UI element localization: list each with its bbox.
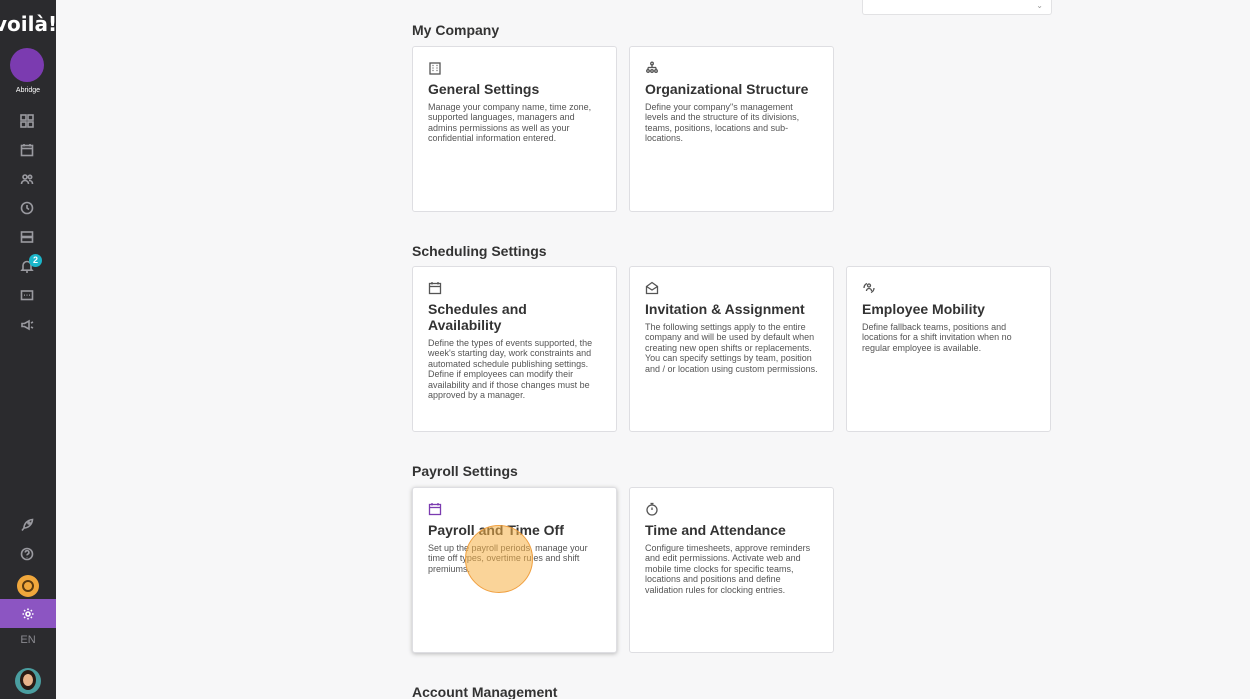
app-logo[interactable]: voilà! — [0, 12, 56, 34]
section-payroll: Payroll Settings — [412, 463, 518, 479]
filter-dropdown[interactable]: ⌄ — [862, 0, 1052, 15]
org-chart-icon — [645, 61, 661, 77]
help-icon[interactable] — [18, 545, 36, 563]
stopwatch-icon — [645, 502, 661, 518]
calendar-icon — [428, 281, 444, 297]
calendar-icon — [428, 502, 444, 518]
clock-icon[interactable] — [18, 199, 36, 217]
card-title: Organizational Structure — [645, 81, 809, 97]
chat-icon[interactable] — [18, 287, 36, 305]
inbox-icon[interactable] — [18, 228, 36, 246]
settings-icon[interactable] — [0, 599, 56, 628]
section-scheduling: Scheduling Settings — [412, 243, 547, 259]
section-my-company: My Company — [412, 22, 500, 38]
card-title: General Settings — [428, 81, 540, 97]
card-time-attendance[interactable]: Time and Attendance Configure timesheets… — [629, 487, 834, 653]
company-avatar[interactable] — [10, 48, 44, 82]
card-title: Invitation & Assignment — [645, 301, 805, 317]
click-indicator — [465, 525, 533, 593]
company-name: Abridge — [15, 87, 41, 94]
card-schedules-availability[interactable]: Schedules and Availability Define the ty… — [412, 266, 617, 432]
card-employee-mobility[interactable]: Employee Mobility Define fallback teams,… — [846, 266, 1051, 432]
card-title: Time and Attendance — [645, 522, 786, 538]
rocket-icon[interactable] — [18, 516, 36, 534]
card-description: Manage your company name, time zone, sup… — [428, 102, 592, 144]
chevron-down-icon: ⌄ — [1036, 1, 1043, 10]
card-description: Define your company"s management levels … — [645, 102, 800, 144]
language-selector[interactable]: EN — [0, 634, 56, 646]
user-avatar[interactable] — [15, 668, 41, 694]
card-general-settings[interactable]: General Settings Manage your company nam… — [412, 46, 617, 212]
notification-badge: 2 — [29, 254, 42, 267]
envelope-icon — [645, 281, 661, 297]
card-title: Schedules and Availability — [428, 301, 527, 333]
people-icon[interactable] — [18, 170, 36, 188]
support-avatar[interactable] — [17, 575, 39, 597]
card-description: Define fallback teams, positions and loc… — [862, 322, 1012, 353]
calendar-icon[interactable] — [18, 141, 36, 159]
card-description: The following settings apply to the enti… — [645, 322, 818, 374]
card-description: Configure timesheets, approve reminders … — [645, 543, 811, 595]
card-organizational-structure[interactable]: Organizational Structure Define your com… — [629, 46, 834, 212]
dashboard-icon[interactable] — [18, 112, 36, 130]
building-icon — [428, 61, 444, 77]
megaphone-icon[interactable] — [18, 316, 36, 334]
mobility-icon — [862, 281, 878, 297]
section-account: Account Management — [412, 684, 558, 699]
card-description: Define the types of events supported, th… — [428, 338, 593, 401]
sidebar: voilà! Abridge 2 EN — [0, 0, 56, 699]
card-invitation-assignment[interactable]: Invitation & Assignment The following se… — [629, 266, 834, 432]
card-title: Employee Mobility — [862, 301, 985, 317]
